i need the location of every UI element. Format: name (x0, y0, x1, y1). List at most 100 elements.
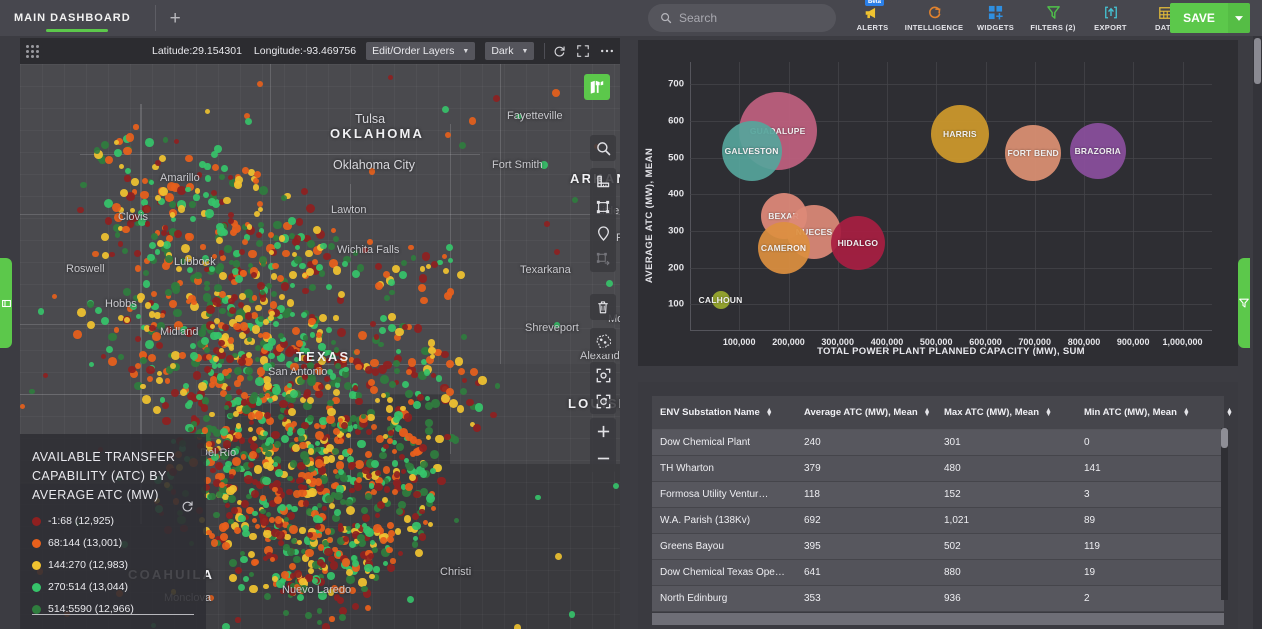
map-data-point[interactable] (331, 483, 337, 489)
map-data-point[interactable] (188, 294, 196, 303)
map-data-point[interactable] (291, 421, 297, 427)
map-data-point[interactable] (305, 267, 314, 276)
map-data-point[interactable] (379, 451, 387, 460)
map-data-point[interactable] (328, 242, 336, 250)
map-data-point[interactable] (356, 533, 365, 542)
map-data-point[interactable] (418, 533, 426, 541)
map-data-point[interactable] (140, 383, 146, 389)
map-data-point[interactable] (418, 443, 427, 452)
map-data-point[interactable] (346, 575, 355, 584)
map-data-point[interactable] (235, 617, 241, 623)
drop-pin-button[interactable] (590, 220, 616, 246)
map-data-point[interactable] (280, 282, 290, 291)
map-data-point[interactable] (386, 546, 393, 554)
map-data-point[interactable] (299, 527, 306, 534)
map-data-point[interactable] (161, 416, 171, 426)
map-data-point[interactable] (260, 508, 266, 515)
map-data-point[interactable] (293, 556, 301, 564)
map-data-point[interactable] (226, 355, 234, 363)
map-data-point[interactable] (179, 352, 186, 359)
sort-toggle-icon[interactable]: ▲ ▼ (924, 407, 931, 418)
map-data-point[interactable] (365, 365, 374, 374)
map-data-point[interactable] (413, 401, 421, 409)
map-data-point[interactable] (287, 299, 295, 307)
map-data-point[interactable] (215, 462, 223, 470)
map-data-point[interactable] (444, 433, 451, 440)
map-data-point[interactable] (352, 250, 358, 256)
map-data-point[interactable] (307, 532, 313, 538)
map-data-point[interactable] (417, 283, 426, 292)
map-data-point[interactable] (327, 407, 336, 417)
map-data-point[interactable] (217, 339, 225, 347)
map-data-point[interactable] (238, 514, 246, 523)
map-data-point[interactable] (395, 508, 403, 515)
map-data-point[interactable] (278, 293, 285, 300)
map-data-point[interactable] (152, 332, 161, 341)
map-data-point[interactable] (343, 366, 349, 372)
map-data-point[interactable] (135, 313, 141, 319)
map-data-point[interactable] (117, 241, 124, 247)
table-header-cell[interactable]: Max ATC (MW), Mean ▲ ▼ (936, 407, 1076, 419)
chart-bubble[interactable]: HARRIS (930, 104, 989, 163)
map-data-point[interactable] (125, 132, 135, 142)
map-data-point[interactable] (423, 368, 431, 376)
map-data-point[interactable] (259, 289, 265, 295)
map-data-point[interactable] (269, 556, 275, 563)
map-data-point[interactable] (104, 217, 113, 225)
map-data-point[interactable] (254, 411, 264, 420)
map-data-point[interactable] (204, 108, 211, 114)
map-data-point[interactable] (371, 546, 378, 553)
map-data-point[interactable] (385, 405, 394, 413)
map-data-point[interactable] (334, 509, 341, 516)
map-data-point[interactable] (325, 494, 334, 504)
map-data-point[interactable] (430, 449, 440, 459)
map-data-point[interactable] (307, 239, 316, 248)
map-data-point[interactable] (227, 495, 236, 504)
reset-extent-button[interactable] (590, 388, 616, 414)
map-data-point[interactable] (420, 266, 426, 272)
map-data-point[interactable] (194, 188, 201, 194)
map-data-point[interactable] (136, 292, 145, 301)
map-data-point[interactable] (552, 89, 560, 97)
map-data-point[interactable] (73, 330, 82, 339)
map-data-point[interactable] (410, 254, 417, 261)
table-row[interactable]: TH Wharton 379 480 141 (652, 456, 1224, 482)
map-data-point[interactable] (340, 474, 348, 482)
map-data-point[interactable] (332, 266, 342, 275)
table-header-cell[interactable]: ▲ ▼ (1212, 407, 1233, 418)
basemap-layers-button[interactable] (584, 74, 610, 100)
map-data-point[interactable] (392, 359, 400, 368)
map-data-point[interactable] (123, 316, 130, 323)
map-data-point[interactable] (121, 225, 130, 234)
map-data-point[interactable] (279, 588, 285, 594)
map-data-point[interactable] (390, 558, 396, 564)
map-data-point[interactable] (200, 244, 206, 250)
map-data-point[interactable] (253, 465, 263, 474)
sort-toggle-icon[interactable]: ▲ ▼ (1183, 407, 1190, 418)
map-data-point[interactable] (274, 441, 281, 448)
map-data-point[interactable] (374, 482, 383, 492)
map-data-point[interactable] (214, 317, 221, 324)
map-data-point[interactable] (269, 301, 278, 309)
map-data-point[interactable] (248, 532, 257, 541)
map-data-point[interactable] (263, 381, 273, 390)
map-data-point[interactable] (165, 326, 173, 333)
map-data-point[interactable] (202, 414, 210, 422)
map-data-point[interactable] (388, 313, 396, 321)
map-data-point[interactable] (402, 323, 408, 330)
map-data-point[interactable] (134, 249, 142, 257)
map-data-point[interactable] (312, 225, 321, 234)
map-data-point[interactable] (365, 451, 372, 458)
map-data-point[interactable] (437, 259, 443, 266)
map-data-point[interactable] (184, 328, 194, 337)
map-data-point[interactable] (332, 468, 338, 474)
map-data-point[interactable] (263, 319, 269, 325)
map-data-point[interactable] (218, 250, 224, 256)
map-data-point[interactable] (316, 559, 324, 566)
map-data-point[interactable] (315, 524, 322, 530)
map-data-point[interactable] (302, 374, 308, 381)
map-data-point[interactable] (140, 357, 147, 364)
map-data-point[interactable] (379, 327, 386, 334)
map-data-point[interactable] (240, 399, 248, 406)
map-data-point[interactable] (274, 241, 282, 249)
